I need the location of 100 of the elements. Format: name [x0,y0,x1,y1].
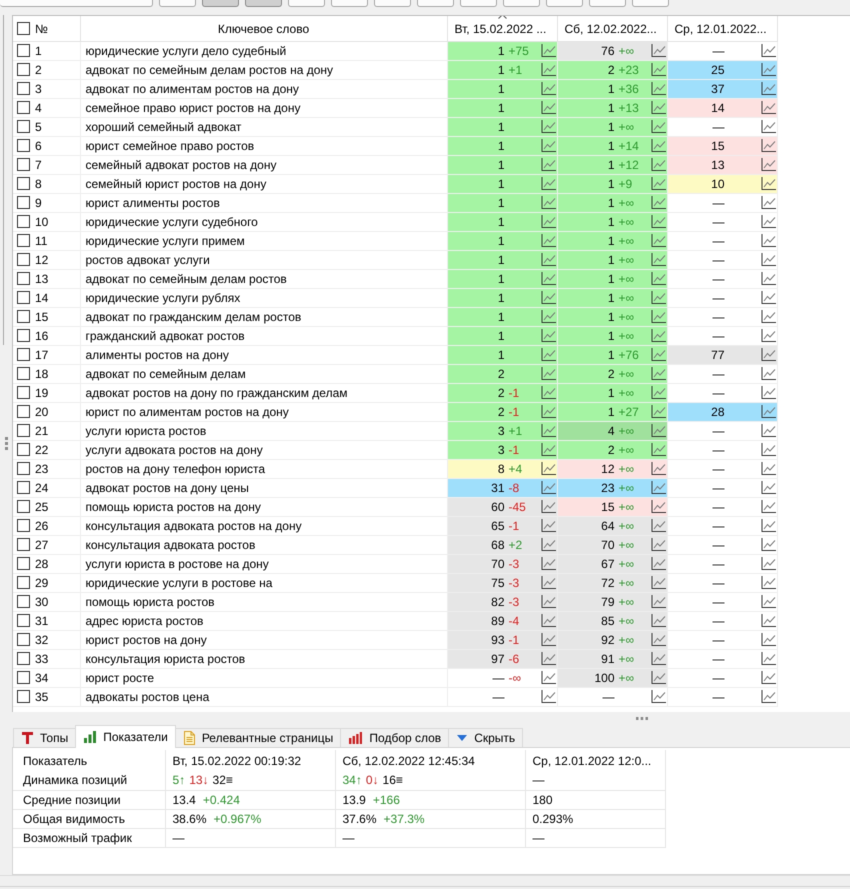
line-chart-icon[interactable] [650,576,666,589]
splitter-grip-icon[interactable] [5,437,8,450]
line-chart-icon[interactable] [540,538,556,551]
column-header[interactable]: Сб, 12.02.2022... [564,22,657,36]
panel-tab[interactable]: Топы [13,728,76,747]
row-checkbox[interactable] [17,82,30,95]
panel-tab[interactable]: Релевантные страницы [174,728,342,747]
row-checkbox[interactable] [17,310,30,323]
line-chart-icon[interactable] [760,443,776,456]
line-chart-icon[interactable] [540,614,556,627]
line-chart-icon[interactable] [650,557,666,570]
row-checkbox[interactable] [17,424,30,437]
line-chart-icon[interactable] [650,101,666,114]
row-checkbox[interactable] [17,538,30,551]
line-chart-icon[interactable] [650,595,666,608]
line-chart-icon[interactable] [650,462,666,475]
line-chart-icon[interactable] [650,44,666,57]
line-chart-icon[interactable] [540,63,556,76]
line-chart-icon[interactable] [540,576,556,589]
line-chart-icon[interactable] [760,576,776,589]
row-checkbox[interactable] [17,196,30,209]
row-checkbox[interactable] [17,500,30,513]
row-checkbox[interactable] [17,671,30,684]
row-checkbox[interactable] [17,595,30,608]
line-chart-icon[interactable] [650,367,666,380]
line-chart-icon[interactable] [760,82,776,95]
line-chart-icon[interactable] [650,443,666,456]
line-chart-icon[interactable] [650,500,666,513]
line-chart-icon[interactable] [760,424,776,437]
row-checkbox[interactable] [17,443,30,456]
line-chart-icon[interactable] [760,158,776,171]
line-chart-icon[interactable] [540,367,556,380]
row-checkbox[interactable] [17,139,30,152]
line-chart-icon[interactable] [540,215,556,228]
line-chart-icon[interactable] [760,614,776,627]
line-chart-icon[interactable] [760,538,776,551]
line-chart-icon[interactable] [760,44,776,57]
line-chart-icon[interactable] [760,253,776,266]
row-checkbox[interactable] [17,405,30,418]
line-chart-icon[interactable] [540,633,556,646]
column-header[interactable]: Ключевое слово [218,22,310,36]
line-chart-icon[interactable] [650,253,666,266]
line-chart-icon[interactable] [540,652,556,665]
row-checkbox[interactable] [17,690,30,703]
line-chart-icon[interactable] [650,291,666,304]
row-checkbox[interactable] [17,177,30,190]
select-all-checkbox[interactable] [17,22,30,35]
line-chart-icon[interactable] [540,82,556,95]
line-chart-icon[interactable] [540,44,556,57]
line-chart-icon[interactable] [540,519,556,532]
row-checkbox[interactable] [17,63,30,76]
line-chart-icon[interactable] [540,557,556,570]
row-checkbox[interactable] [17,101,30,114]
row-checkbox[interactable] [17,367,30,380]
line-chart-icon[interactable] [650,215,666,228]
line-chart-icon[interactable] [650,158,666,171]
line-chart-icon[interactable] [540,690,556,703]
line-chart-icon[interactable] [650,120,666,133]
line-chart-icon[interactable] [760,690,776,703]
line-chart-icon[interactable] [760,595,776,608]
line-chart-icon[interactable] [540,196,556,209]
line-chart-icon[interactable] [540,291,556,304]
line-chart-icon[interactable] [760,652,776,665]
line-chart-icon[interactable] [650,272,666,285]
line-chart-icon[interactable] [540,272,556,285]
row-checkbox[interactable] [17,386,30,399]
row-checkbox[interactable] [17,44,30,57]
line-chart-icon[interactable] [540,481,556,494]
line-chart-icon[interactable] [650,82,666,95]
line-chart-icon[interactable] [540,329,556,342]
line-chart-icon[interactable] [540,424,556,437]
line-chart-icon[interactable] [760,329,776,342]
line-chart-icon[interactable] [650,405,666,418]
line-chart-icon[interactable] [760,386,776,399]
row-checkbox[interactable] [17,291,30,304]
line-chart-icon[interactable] [540,177,556,190]
line-chart-icon[interactable] [650,519,666,532]
line-chart-icon[interactable] [760,671,776,684]
line-chart-icon[interactable] [650,614,666,627]
splitter-grip-icon[interactable] [636,717,648,720]
row-checkbox[interactable] [17,272,30,285]
line-chart-icon[interactable] [760,177,776,190]
line-chart-icon[interactable] [650,690,666,703]
row-checkbox[interactable] [17,614,30,627]
row-checkbox[interactable] [17,158,30,171]
row-checkbox[interactable] [17,519,30,532]
row-checkbox[interactable] [17,576,30,589]
line-chart-icon[interactable] [760,462,776,475]
line-chart-icon[interactable] [650,329,666,342]
line-chart-icon[interactable] [650,63,666,76]
line-chart-icon[interactable] [540,386,556,399]
line-chart-icon[interactable] [650,633,666,646]
line-chart-icon[interactable] [760,367,776,380]
line-chart-icon[interactable] [760,215,776,228]
row-checkbox[interactable] [17,652,30,665]
line-chart-icon[interactable] [760,101,776,114]
line-chart-icon[interactable] [650,538,666,551]
line-chart-icon[interactable] [540,405,556,418]
line-chart-icon[interactable] [650,234,666,247]
line-chart-icon[interactable] [760,291,776,304]
